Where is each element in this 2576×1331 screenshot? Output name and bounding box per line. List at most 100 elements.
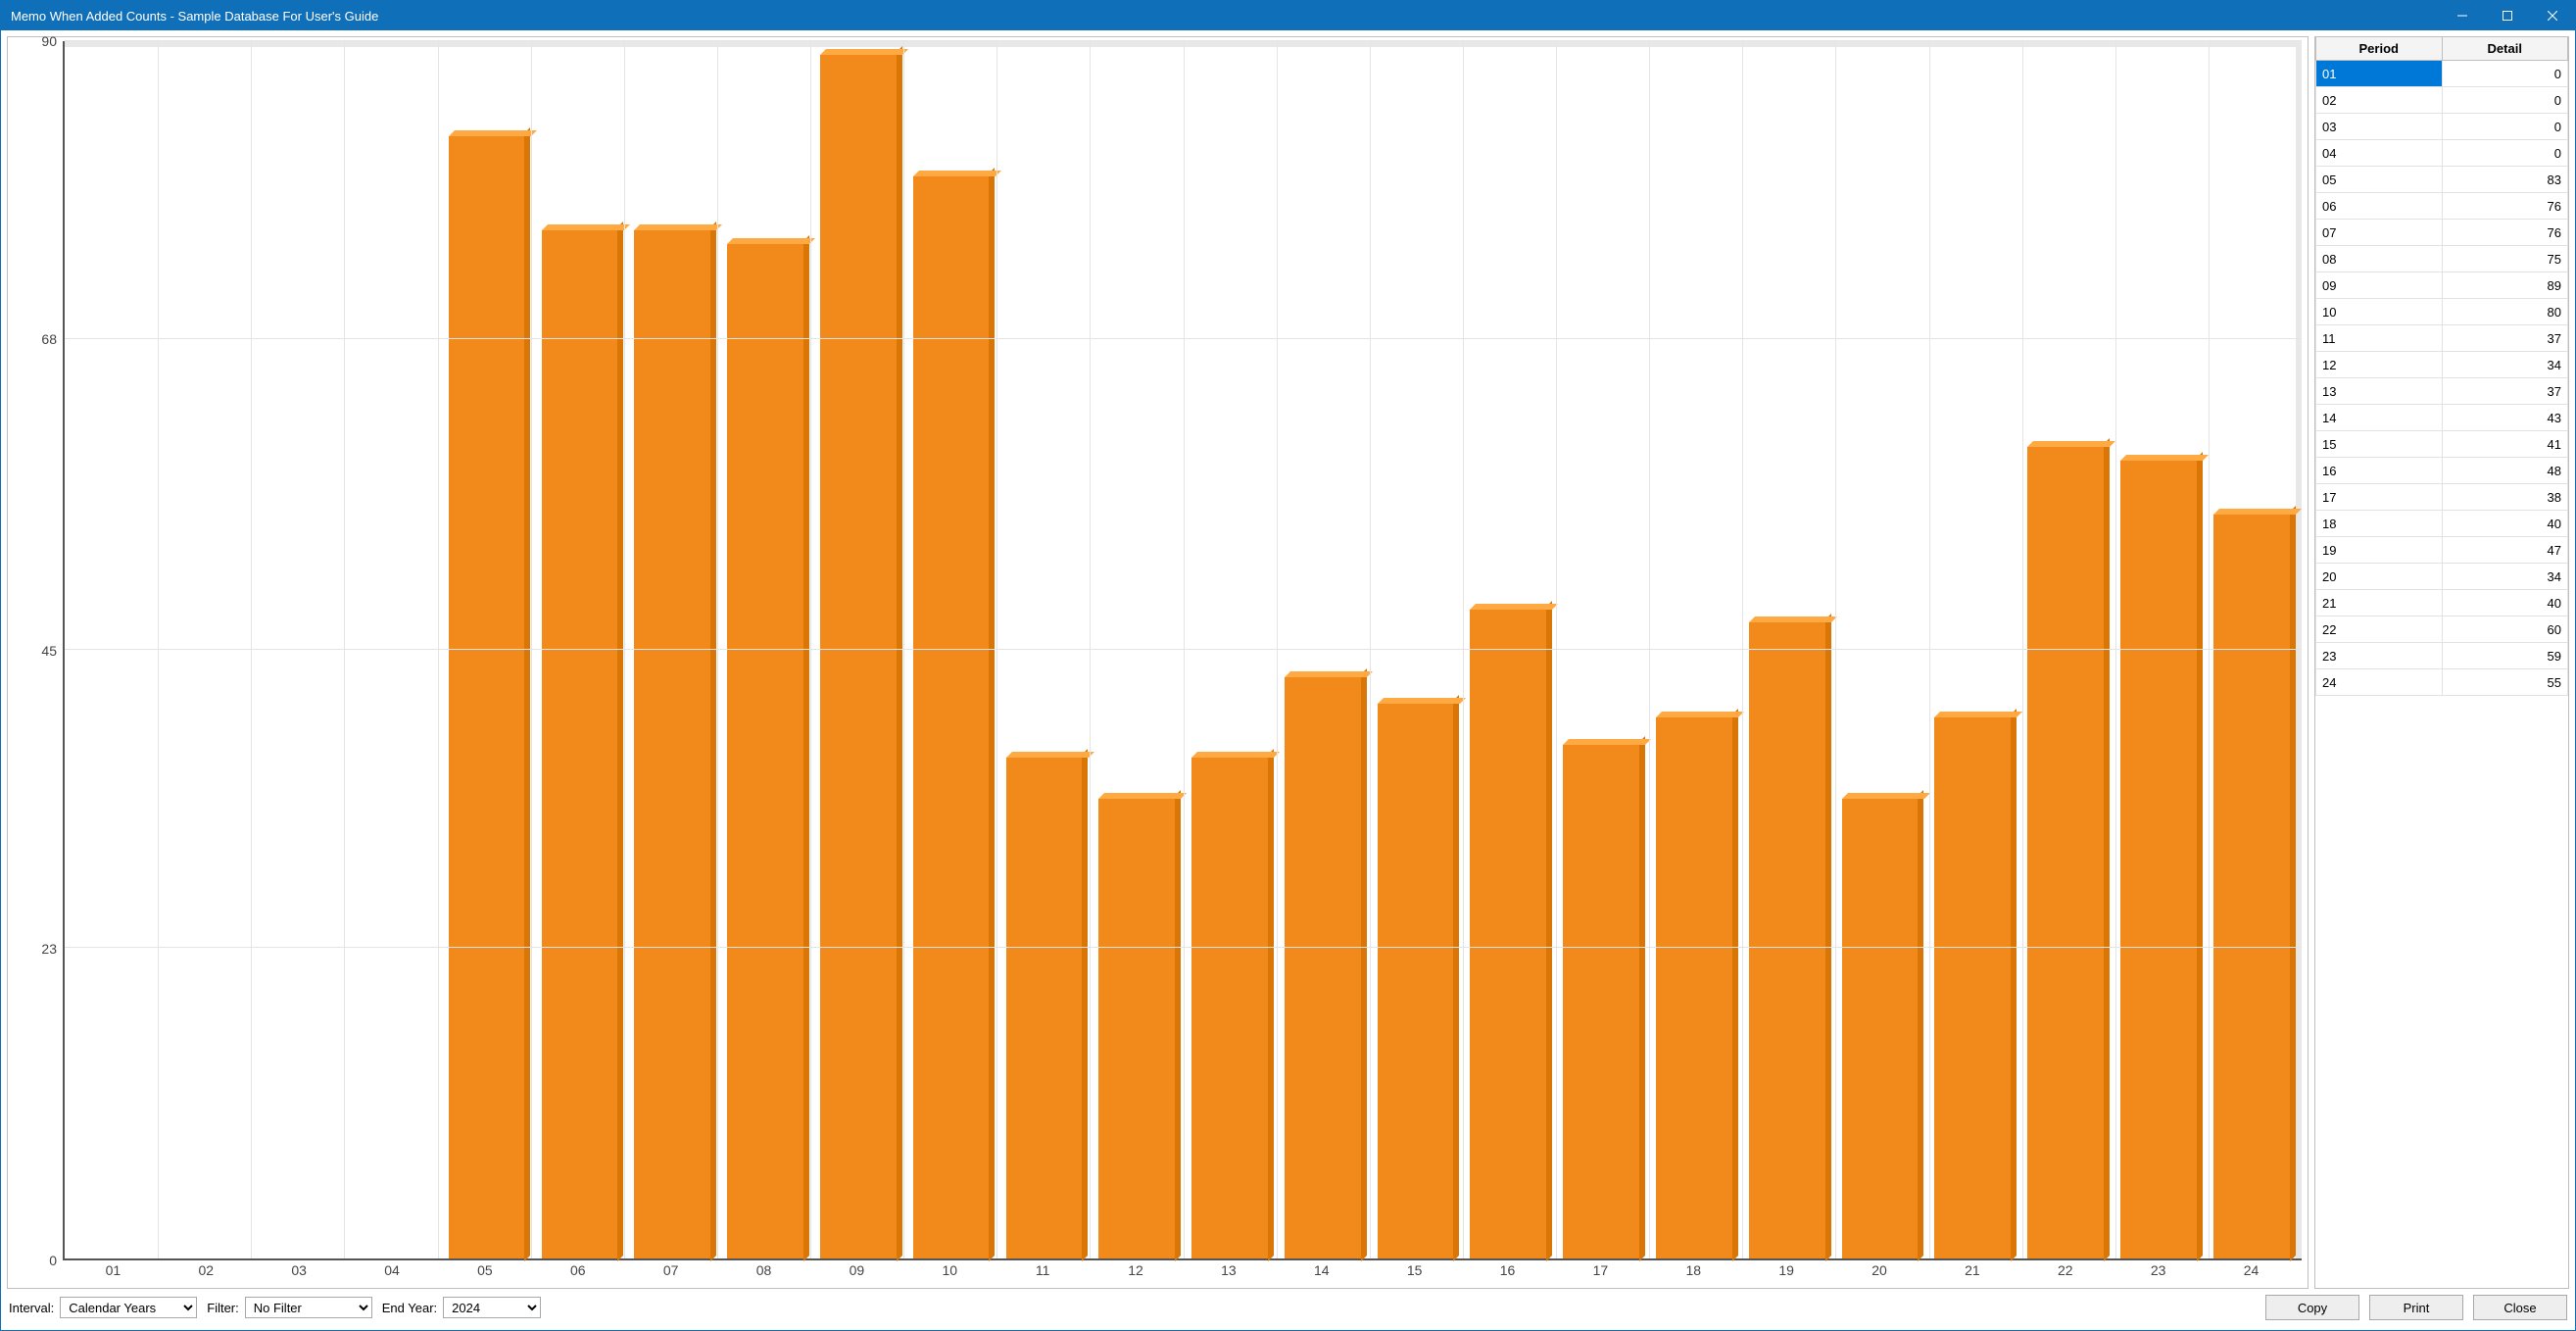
end-year-select[interactable]: 2024 xyxy=(443,1297,541,1318)
end-year-label: End Year: xyxy=(382,1301,437,1315)
table-row[interactable]: 1137 xyxy=(2316,325,2568,352)
y-tick-label: 90 xyxy=(41,33,57,49)
bar xyxy=(1006,758,1083,1258)
cell-detail: 37 xyxy=(2442,325,2568,352)
table-row[interactable]: 0583 xyxy=(2316,167,2568,193)
bar xyxy=(2027,447,2104,1258)
cell-detail: 0 xyxy=(2442,140,2568,167)
table-row[interactable]: 0776 xyxy=(2316,220,2568,246)
x-tick-label: 22 xyxy=(2018,1260,2112,1284)
gridline-vertical xyxy=(1742,41,1743,1258)
cell-period: 24 xyxy=(2316,669,2443,696)
x-tick-label: 03 xyxy=(253,1260,346,1284)
cell-detail: 41 xyxy=(2442,431,2568,458)
minimize-button[interactable] xyxy=(2440,1,2485,30)
copy-button[interactable]: Copy xyxy=(2265,1295,2359,1320)
filter-label: Filter: xyxy=(207,1301,239,1315)
x-tick-label: 01 xyxy=(67,1260,160,1284)
x-tick-label: 13 xyxy=(1183,1260,1276,1284)
gridline-vertical xyxy=(903,41,904,1258)
close-button[interactable]: Close xyxy=(2473,1295,2567,1320)
cell-period: 02 xyxy=(2316,87,2443,114)
table-row[interactable]: 1337 xyxy=(2316,378,2568,405)
gridline-vertical xyxy=(810,41,811,1258)
x-tick-label: 02 xyxy=(160,1260,253,1284)
cell-period: 17 xyxy=(2316,484,2443,511)
table-row[interactable]: 2260 xyxy=(2316,616,2568,643)
table-row[interactable]: 2034 xyxy=(2316,564,2568,590)
x-tick-label: 16 xyxy=(1461,1260,1554,1284)
table-row[interactable]: 1080 xyxy=(2316,299,2568,325)
bar-slot xyxy=(533,41,626,1258)
x-tick-label: 15 xyxy=(1368,1260,1461,1284)
data-table-scroll[interactable]: Period Detail 01002003004005830676077608… xyxy=(2314,36,2569,1289)
column-header-detail[interactable]: Detail xyxy=(2442,37,2568,61)
print-button[interactable]: Print xyxy=(2369,1295,2463,1320)
table-row[interactable]: 2359 xyxy=(2316,643,2568,669)
gridline-vertical xyxy=(1649,41,1650,1258)
table-row[interactable]: 040 xyxy=(2316,140,2568,167)
bar xyxy=(1749,622,1825,1258)
table-row[interactable]: 1947 xyxy=(2316,537,2568,564)
cell-detail: 55 xyxy=(2442,669,2568,696)
table-row[interactable]: 020 xyxy=(2316,87,2568,114)
close-window-button[interactable] xyxy=(2530,1,2575,30)
bar-slot xyxy=(1833,41,1926,1258)
table-row[interactable]: 1840 xyxy=(2316,511,2568,537)
gridline-vertical xyxy=(717,41,718,1258)
cell-detail: 80 xyxy=(2442,299,2568,325)
y-tick-label: 68 xyxy=(41,331,57,347)
cell-period: 15 xyxy=(2316,431,2443,458)
table-row[interactable]: 1443 xyxy=(2316,405,2568,431)
table-row[interactable]: 010 xyxy=(2316,61,2568,87)
bar xyxy=(1285,677,1361,1258)
chart-panel: 023456890 010203040506070809101112131415… xyxy=(7,36,2309,1289)
cell-detail: 83 xyxy=(2442,167,2568,193)
table-row[interactable]: 030 xyxy=(2316,114,2568,140)
table-row[interactable]: 1541 xyxy=(2316,431,2568,458)
table-row[interactable]: 0676 xyxy=(2316,193,2568,220)
bar-slot xyxy=(1276,41,1369,1258)
bar-slot xyxy=(1555,41,1648,1258)
cell-detail: 89 xyxy=(2442,272,2568,299)
column-header-period[interactable]: Period xyxy=(2316,37,2443,61)
cell-detail: 0 xyxy=(2442,87,2568,114)
bar xyxy=(1470,610,1546,1258)
y-tick-label: 45 xyxy=(41,643,57,659)
table-row[interactable]: 0989 xyxy=(2316,272,2568,299)
x-tick-label: 11 xyxy=(996,1260,1090,1284)
bottom-toolbar: Interval: Calendar Years Filter: No Filt… xyxy=(1,1289,2575,1330)
window-title: Memo When Added Counts - Sample Database… xyxy=(11,9,378,24)
gridline-vertical xyxy=(1370,41,1371,1258)
table-row[interactable]: 1234 xyxy=(2316,352,2568,378)
gridline-vertical xyxy=(2209,41,2210,1258)
gridline-vertical xyxy=(1184,41,1185,1258)
interval-select[interactable]: Calendar Years xyxy=(60,1297,197,1318)
table-row[interactable]: 1648 xyxy=(2316,458,2568,484)
table-row[interactable]: 1738 xyxy=(2316,484,2568,511)
bar-slot xyxy=(255,41,348,1258)
cell-period: 03 xyxy=(2316,114,2443,140)
maximize-button[interactable] xyxy=(2485,1,2530,30)
bar xyxy=(542,230,618,1258)
table-row[interactable]: 0875 xyxy=(2316,246,2568,272)
table-row[interactable]: 2140 xyxy=(2316,590,2568,616)
cell-detail: 60 xyxy=(2442,616,2568,643)
titlebar: Memo When Added Counts - Sample Database… xyxy=(1,1,2575,30)
window-controls xyxy=(2440,1,2575,30)
x-tick-label: 12 xyxy=(1090,1260,1183,1284)
cell-period: 20 xyxy=(2316,564,2443,590)
end-year-field: End Year: 2024 xyxy=(382,1297,541,1318)
cell-period: 13 xyxy=(2316,378,2443,405)
cell-period: 19 xyxy=(2316,537,2443,564)
interval-field: Interval: Calendar Years xyxy=(9,1297,197,1318)
x-tick-label: 20 xyxy=(1833,1260,1926,1284)
cell-period: 07 xyxy=(2316,220,2443,246)
table-row[interactable]: 2455 xyxy=(2316,669,2568,696)
cell-period: 22 xyxy=(2316,616,2443,643)
filter-select[interactable]: No Filter xyxy=(245,1297,372,1318)
x-tick-label: 06 xyxy=(531,1260,624,1284)
x-tick-label: 17 xyxy=(1554,1260,1647,1284)
bar-slot xyxy=(2019,41,2113,1258)
bar-slot xyxy=(1184,41,1277,1258)
